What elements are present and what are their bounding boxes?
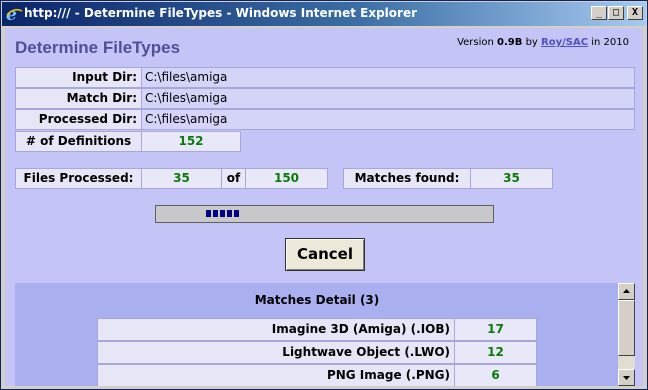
progress-bar — [155, 205, 494, 223]
detail-row-name: Imagine 3D (Amiga) (.IOB) — [97, 318, 455, 341]
page-content: Determine FileTypes Version 0.9B by Roy/… — [5, 28, 643, 386]
files-processed-count: 35 — [142, 168, 222, 189]
match-dir-row: Match Dir: C:\files\amiga — [15, 88, 635, 109]
detail-row-count: 6 — [455, 364, 537, 386]
version-by: by — [525, 37, 538, 48]
files-total-count: 150 — [246, 168, 328, 189]
scroll-track[interactable] — [618, 356, 635, 369]
detail-row-count: 12 — [455, 341, 537, 364]
matches-found-label: Matches found: — [343, 168, 471, 189]
browser-window: e http:/// - Determine FileTypes - Windo… — [0, 0, 648, 390]
window-title: http:/// - Determine FileTypes - Windows… — [24, 6, 417, 20]
detail-scrollbar[interactable] — [618, 283, 635, 386]
author-link[interactable]: Roy/SAC — [541, 37, 588, 48]
minimize-button[interactable]: _ — [591, 6, 607, 20]
version-info: Version 0.9B by Roy/SAC in 2010 — [457, 37, 629, 48]
detail-row-name: PNG Image (.PNG) — [97, 364, 455, 386]
ie-logo-icon: e — [6, 5, 23, 23]
matches-found-row: Matches found: 35 — [343, 168, 553, 189]
detail-row: PNG Image (.PNG) 6 — [97, 364, 537, 386]
matches-detail-panel: Matches Detail (3) Imagine 3D (Amiga) (.… — [15, 283, 619, 386]
matches-found-count: 35 — [471, 168, 553, 189]
scroll-up-button[interactable] — [618, 283, 635, 300]
title-bar[interactable]: e http:/// - Determine FileTypes - Windo… — [2, 2, 646, 26]
progress-block — [206, 210, 211, 217]
input-dir-row: Input Dir: C:\files\amiga — [15, 67, 635, 88]
definitions-label: # of Definitions — [15, 131, 142, 152]
of-label: of — [222, 168, 246, 189]
processed-dir-value: C:\files\amiga — [142, 109, 635, 130]
version-year: in 2010 — [591, 37, 629, 48]
match-dir-value: C:\files\amiga — [142, 88, 635, 109]
detail-row-name: Lightwave Object (.LWO) — [97, 341, 455, 364]
version-number: 0.9B — [497, 37, 523, 48]
detail-row: Imagine 3D (Amiga) (.IOB) 17 — [97, 318, 537, 341]
minimize-icon: _ — [595, 7, 603, 18]
page-title: Determine FileTypes — [15, 38, 181, 57]
scroll-down-button[interactable] — [618, 369, 635, 386]
detail-row-count: 17 — [455, 318, 537, 341]
maximize-icon: □ — [612, 7, 620, 18]
version-prefix: Version — [457, 37, 494, 48]
processed-dir-label: Processed Dir: — [15, 109, 142, 130]
arrow-up-icon — [623, 289, 630, 293]
detail-row: Lightwave Object (.LWO) 12 — [97, 341, 537, 364]
input-dir-label: Input Dir: — [15, 67, 142, 88]
progress-block — [213, 210, 218, 217]
match-dir-label: Match Dir: — [15, 88, 142, 109]
processed-dir-row: Processed Dir: C:\files\amiga — [15, 109, 635, 130]
input-dir-value: C:\files\amiga — [142, 67, 635, 88]
progress-block — [234, 210, 239, 217]
definitions-row: # of Definitions 152 — [15, 131, 241, 152]
progress-block — [220, 210, 225, 217]
files-processed-row: Files Processed: 35 of 150 — [15, 168, 328, 189]
progress-block — [227, 210, 232, 217]
cancel-button[interactable]: Cancel — [285, 238, 365, 271]
files-processed-label: Files Processed: — [15, 168, 142, 189]
arrow-down-icon — [623, 376, 630, 380]
definitions-count: 152 — [142, 131, 241, 152]
matches-detail-title: Matches Detail (3) — [254, 293, 380, 307]
close-button[interactable]: X — [627, 6, 643, 20]
close-icon: X — [631, 7, 639, 18]
scroll-thumb[interactable] — [618, 300, 635, 356]
maximize-button[interactable]: □ — [608, 6, 624, 20]
